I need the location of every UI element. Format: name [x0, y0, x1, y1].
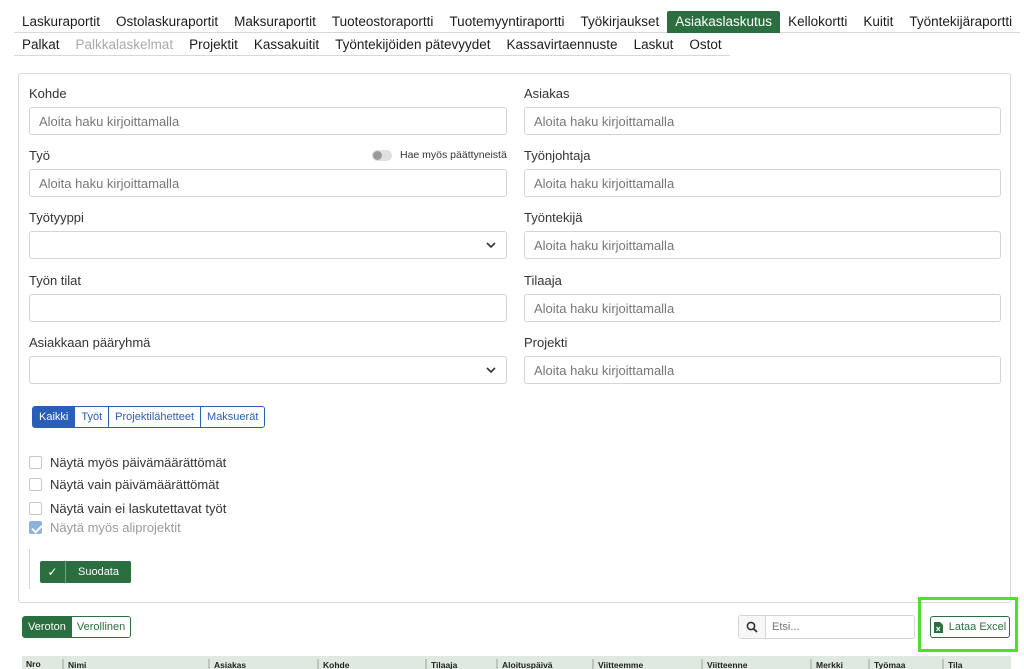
filter-button-label: Suodata: [78, 566, 119, 578]
tyonjohtaja-label: Työnjohtaja: [524, 148, 591, 163]
checkbox[interactable]: [29, 456, 42, 469]
asiakas-label: Asiakas: [524, 86, 570, 101]
tab-kassakuitit[interactable]: Kassakuitit: [245, 34, 328, 56]
column-header-aloituspaiva[interactable]: Aloituspäivä: [496, 659, 553, 669]
checkbox-paivamaarattomat[interactable]: Näytä myös päivämäärättömät: [29, 455, 226, 470]
download-excel-button[interactable]: Lataa Excel: [930, 616, 1010, 638]
checkbox-label: Näytä myös aliprojektit: [50, 520, 181, 535]
kohde-label: Kohde: [29, 86, 67, 101]
tab-laskuraportit[interactable]: Laskuraportit: [14, 11, 109, 33]
checkbox-label: Näytä vain ei laskutettavat työt: [50, 501, 227, 516]
tab-tyontekijaraportti[interactable]: Työntekijäraportti: [901, 11, 1021, 33]
tab-kassavirtaennuste[interactable]: Kassavirtaennuste: [498, 34, 626, 56]
tyotyyppi-label: Työtyyppi: [29, 210, 84, 225]
tax-toggle: Veroton Verollinen: [22, 616, 132, 638]
report-tabs-row-1: Laskuraportit Ostolaskuraportit Maksurap…: [14, 11, 1021, 33]
projekti-label: Projekti: [524, 335, 568, 350]
include-ended-toggle[interactable]: Hae myös päättyneistä: [372, 149, 507, 161]
tab-tuoteostoraportti[interactable]: Tuoteostoraportti: [323, 11, 442, 33]
type-filter-maksuerat[interactable]: Maksuerät: [200, 407, 265, 427]
tyo-input[interactable]: [29, 169, 507, 197]
column-header-merkki[interactable]: Merkki: [810, 659, 843, 669]
tyotyyppi-select[interactable]: [29, 231, 507, 259]
tax-toggle-verollinen[interactable]: Verollinen: [70, 617, 131, 637]
tab-asiakaslaskutus[interactable]: Asiakaslaskutus: [667, 11, 781, 33]
column-header-tyomaa[interactable]: Työmaa: [868, 659, 906, 669]
tab-ostot[interactable]: Ostot: [681, 34, 730, 56]
table-header: Nro Nimi Asiakas Kohde Tilaaja Aloituspä…: [22, 656, 1011, 669]
tab-kellokortti[interactable]: Kellokortti: [780, 11, 856, 33]
checkbox[interactable]: [29, 502, 42, 515]
tyon-tilat-multiselect[interactable]: [29, 294, 507, 322]
tilaaja-label: Tilaaja: [524, 273, 562, 288]
toggle-switch[interactable]: [372, 149, 392, 161]
tab-laskut[interactable]: Laskut: [625, 34, 682, 56]
type-filter-projektilahetteet[interactable]: Projektilähetteet: [108, 407, 201, 427]
column-header-tilaaja[interactable]: Tilaaja: [425, 659, 457, 669]
checkbox-vain-paivamaarattomat[interactable]: Näytä vain päivämäärättömät: [29, 477, 219, 492]
check-icon: ✓: [40, 561, 66, 583]
table-search: [738, 615, 915, 639]
chevron-down-icon: [486, 242, 496, 249]
checkbox-label: Näytä vain päivämäärättömät: [50, 477, 220, 492]
search-icon: [739, 616, 766, 638]
tab-tuotemyyntiraportti[interactable]: Tuotemyyntiraportti: [441, 11, 573, 33]
divider: [29, 549, 30, 589]
type-filter-kaikki[interactable]: Kaikki: [33, 407, 75, 427]
tyonjohtaja-input[interactable]: [524, 169, 1001, 197]
tilaaja-input[interactable]: [524, 294, 1001, 322]
tyon-tilat-label: Työn tilat: [29, 273, 82, 288]
checkbox[interactable]: [29, 521, 42, 534]
excel-file-icon: [933, 621, 943, 633]
kohde-input[interactable]: [29, 107, 507, 135]
column-header-tila[interactable]: Tila: [942, 659, 963, 669]
column-header-kohde[interactable]: Kohde: [317, 659, 349, 669]
include-ended-label: Hae myös päättyneistä: [400, 149, 507, 161]
column-header-viitteemme[interactable]: Viitteemme: [592, 659, 643, 669]
type-filter-group: Kaikki Työt Projektilähetteet Maksuerät: [32, 406, 266, 428]
download-excel-label: Lataa Excel: [948, 621, 1007, 633]
search-input[interactable]: [766, 621, 914, 633]
column-header-viitteenne[interactable]: Viitteenne: [701, 659, 747, 669]
filter-button[interactable]: ✓ Suodata: [40, 561, 131, 583]
checkbox-ei-laskutettavat[interactable]: Näytä vain ei laskutettavat työt: [29, 501, 226, 516]
tab-projektit[interactable]: Projektit: [181, 34, 246, 56]
type-filter-tyot[interactable]: Työt: [74, 407, 109, 427]
tab-tyokirjaukset[interactable]: Työkirjaukset: [572, 11, 668, 33]
report-tabs-row-2: Palkat Palkkalaskelmat Projektit Kassaku…: [14, 34, 730, 56]
checkbox-label: Näytä myös päivämäärättömät: [50, 455, 227, 470]
tyontekija-input[interactable]: [524, 231, 1001, 259]
tab-ostolaskuraportit[interactable]: Ostolaskuraportit: [108, 11, 227, 33]
tab-kuitit[interactable]: Kuitit: [855, 11, 902, 33]
checkbox[interactable]: [29, 478, 42, 491]
tab-palkat[interactable]: Palkat: [14, 34, 68, 56]
tax-toggle-veroton[interactable]: Veroton: [23, 617, 71, 637]
column-header-asiakas[interactable]: Asiakas: [208, 659, 246, 669]
projekti-input[interactable]: [524, 356, 1001, 384]
paaryhma-label: Asiakkaan pääryhmä: [29, 335, 151, 350]
column-header-nimi[interactable]: Nimi: [62, 659, 86, 669]
checkbox-aliprojektit[interactable]: Näytä myös aliprojektit: [29, 520, 181, 535]
tab-tyontekijoiden-patevyydet[interactable]: Työntekijöiden pätevyydet: [327, 34, 499, 56]
chevron-down-icon: [486, 367, 496, 374]
paaryhma-select[interactable]: [29, 356, 507, 384]
tyo-label: Työ: [29, 148, 50, 163]
tab-maksuraportit[interactable]: Maksuraportit: [226, 11, 324, 33]
asiakas-input[interactable]: [524, 107, 1001, 135]
tyontekija-label: Työntekijä: [524, 210, 583, 225]
tab-palkkalaskelmat: Palkkalaskelmat: [67, 34, 182, 56]
column-header-nro[interactable]: Nro: [26, 659, 41, 669]
